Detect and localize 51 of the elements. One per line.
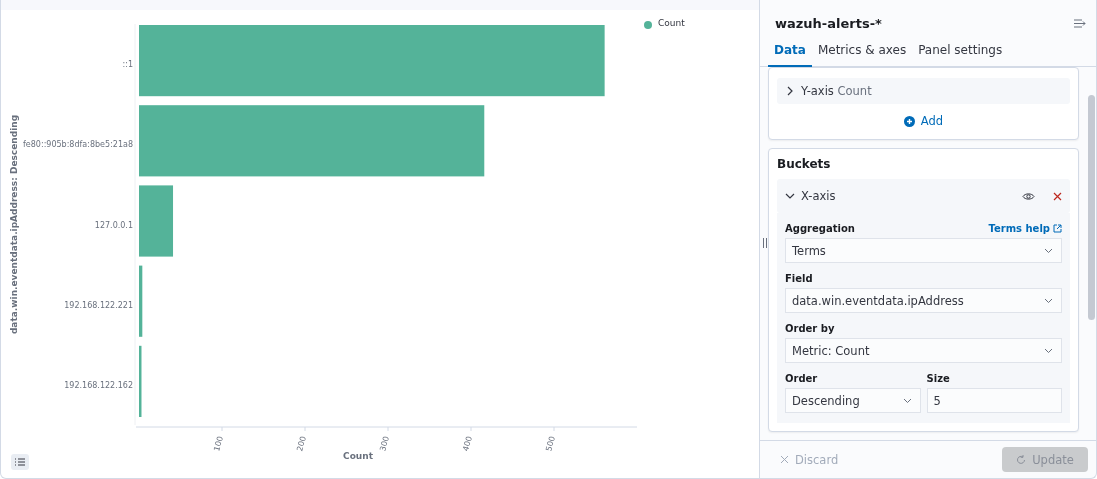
index-title: wazuh-alerts-* <box>775 16 882 31</box>
caret-icon <box>902 397 912 404</box>
bar <box>139 265 143 337</box>
caret-icon <box>1044 297 1053 304</box>
list-icon <box>15 458 25 466</box>
x-axis-title: Count <box>343 451 373 461</box>
tab[interactable]: Panel settings <box>912 35 1009 67</box>
external-link-icon <box>1053 224 1062 233</box>
field-label: Order <box>785 373 819 384</box>
tick-label: 500 <box>544 435 557 453</box>
metric-label: Y-axis Count <box>801 84 872 98</box>
legend-item[interactable]: Count <box>644 18 685 29</box>
tick-label: 200 <box>295 435 308 453</box>
category-label: fe80::905b:8dfa:8be5:21a8 <box>23 140 133 150</box>
collapse-icon[interactable] <box>1074 19 1086 28</box>
field-label: Size <box>926 373 951 384</box>
refresh-icon <box>1016 454 1027 465</box>
legend-label: Count <box>658 18 686 28</box>
select-field[interactable]: Metric: Count <box>785 338 1062 363</box>
select-field[interactable]: Terms <box>785 238 1062 263</box>
tab[interactable]: Metrics & axes <box>811 35 913 67</box>
section-title: Buckets <box>777 157 832 171</box>
tick-label: 300 <box>378 435 391 453</box>
field-label: Field <box>785 273 814 284</box>
field-label: Aggregation <box>785 223 855 234</box>
category-label: 192.168.122.221 <box>64 300 133 310</box>
caret-icon <box>1044 247 1053 254</box>
category-label: ::1 <box>122 60 133 70</box>
legend-toggle-button[interactable] <box>11 454 29 470</box>
bar <box>139 345 142 417</box>
add-button[interactable]: Add <box>897 113 950 129</box>
resize-handle-icon[interactable] <box>763 238 767 248</box>
field-label: Order by <box>785 323 836 334</box>
plus-circle-icon <box>903 115 915 127</box>
help-link[interactable]: Terms help <box>988 223 1062 234</box>
category-label: 127.0.0.1 <box>94 220 133 230</box>
select-field[interactable]: Descending <box>785 388 921 413</box>
chevron-icon[interactable] <box>785 191 795 201</box>
y-axis-title: data.win.eventdata.ipAddress: Descending <box>9 114 19 335</box>
select-field[interactable]: data.win.eventdata.ipAddress <box>785 288 1062 313</box>
category-label: 192.168.122.162 <box>64 380 133 390</box>
close-icon[interactable] <box>1053 191 1062 201</box>
close-icon <box>780 455 789 464</box>
metric-row[interactable]: Y-axis Count <box>777 78 1070 104</box>
tick-label: 100 <box>212 435 225 453</box>
input-field[interactable]: 5 <box>926 388 1062 413</box>
eye-icon[interactable] <box>1022 191 1035 201</box>
bar <box>139 185 174 257</box>
tick-label: 400 <box>461 435 474 453</box>
bucket-label: X-axis <box>801 189 837 203</box>
caret-icon <box>1044 347 1053 354</box>
